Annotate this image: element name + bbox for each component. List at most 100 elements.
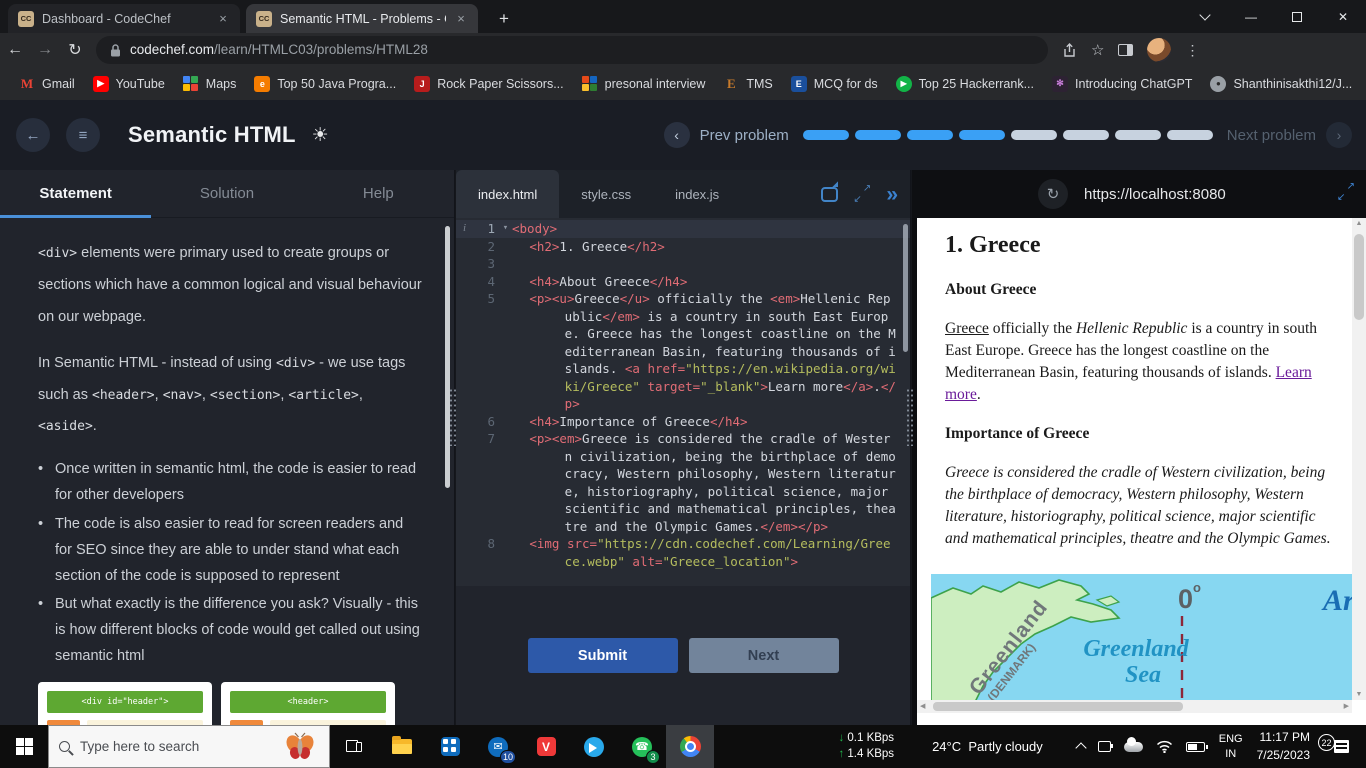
lesson-list-button[interactable]: ≡ — [66, 118, 100, 152]
edureka-icon: e — [254, 76, 270, 92]
code-line[interactable]: 7<p><em>Greece is considered the cradle … — [456, 430, 910, 535]
text-segment: <aside> — [38, 419, 93, 434]
browser-tab-dashboard[interactable]: CC Dashboard - CodeChef × — [8, 4, 240, 33]
tms-icon: E — [723, 76, 739, 92]
address-bar[interactable]: codechef.com/learn/HTMLC03/problems/HTML… — [96, 36, 1048, 64]
code-line[interactable]: 2<h2>1. Greece</h2> — [456, 238, 910, 256]
prev-problem-icon[interactable]: ‹ — [664, 122, 690, 148]
bookmark-item[interactable]: MGmail — [10, 72, 84, 96]
code-line[interactable]: 8<img src="https://cdn.codechef.com/Lear… — [456, 535, 910, 570]
fullscreen-preview-icon[interactable]: ↗↙ — [1338, 184, 1354, 200]
tab-help[interactable]: Help — [303, 170, 454, 217]
bookmark-item[interactable]: presonal interview — [573, 72, 715, 96]
back-circle-button[interactable]: ← — [16, 118, 50, 152]
panel-resizer-left[interactable] — [449, 388, 457, 446]
meet-now-icon[interactable] — [1098, 741, 1111, 752]
notification-center-button[interactable]: 22 — [1324, 740, 1358, 753]
close-tab-icon[interactable]: × — [216, 11, 230, 26]
close-tab-icon[interactable]: × — [454, 11, 468, 26]
close-window-button[interactable]: ✕ — [1320, 0, 1366, 33]
vivaldi-button[interactable]: V — [522, 725, 570, 768]
text-segment: <article> — [288, 388, 358, 403]
submit-button[interactable]: Submit — [528, 638, 678, 673]
browser-tab-current[interactable]: CC Semantic HTML - Problems - Cod × — [246, 4, 478, 33]
windows-taskbar: Type here to search ✉10 V ☎3 ↓ 0.1 KBps … — [0, 725, 1366, 768]
file-tab-index-html[interactable]: index.html — [456, 170, 559, 218]
minimize-button[interactable]: — — [1228, 0, 1274, 33]
bookmark-item[interactable]: EMCQ for ds — [782, 72, 887, 96]
forward-icon[interactable]: → — [30, 41, 60, 59]
next-problem-icon[interactable]: › — [1326, 122, 1352, 148]
telegram-button[interactable] — [570, 725, 618, 768]
browser-menu-icon[interactable]: ⋮ — [1185, 42, 1199, 59]
new-tab-button[interactable]: + — [492, 7, 516, 31]
bookmark-item[interactable]: ▶Top 25 Hackerrank... — [887, 72, 1043, 96]
file-explorer-button[interactable] — [378, 725, 426, 768]
tab-statement[interactable]: Statement — [0, 170, 151, 217]
bookmark-item[interactable]: JRock Paper Scissors... — [405, 72, 572, 96]
share-icon[interactable] — [1062, 43, 1077, 58]
chatgpt-icon: ✻ — [1052, 76, 1068, 92]
reset-code-icon[interactable] — [821, 187, 838, 202]
microsoft-store-button[interactable] — [426, 725, 474, 768]
code-line[interactable]: i1▾<body> — [456, 220, 910, 238]
code-line[interactable]: 3 — [456, 255, 910, 273]
side-panel-icon[interactable] — [1118, 44, 1133, 56]
file-tab-index-js[interactable]: index.js — [653, 170, 741, 218]
preview-document: 1. Greece About Greece Greece officially… — [917, 218, 1352, 700]
fold-caret-icon[interactable]: ▾ — [499, 220, 512, 238]
maximize-button[interactable] — [1274, 0, 1320, 33]
text-segment: <div> — [276, 356, 315, 371]
battery-icon[interactable] — [1186, 742, 1205, 752]
next-problem-label[interactable]: Next problem — [1227, 127, 1316, 144]
bookmark-item[interactable]: eTop 50 Java Progra... — [245, 72, 405, 96]
next-button[interactable]: Next — [689, 638, 839, 673]
whatsapp-button[interactable]: ☎3 — [618, 725, 666, 768]
clock-widget[interactable]: 11:17 PM7/25/2023 — [1257, 729, 1310, 764]
preview-vertical-scrollbar[interactable]: ▲▼ — [1352, 218, 1366, 700]
code-lines: i1▾<body>2<h2>1. Greece</h2>3 4<h4>About… — [456, 220, 910, 570]
code-line[interactable]: 5<p><u>Greece</u> officially the <em>Hel… — [456, 290, 910, 413]
editor-scrollbar[interactable] — [903, 224, 908, 352]
bookmark-item[interactable]: ▶YouTube — [84, 72, 174, 96]
hackerrank-icon: ▶ — [896, 76, 912, 92]
file-tab-style-css[interactable]: style.css — [559, 170, 653, 218]
task-view-button[interactable] — [330, 725, 378, 768]
statement-scrollbar[interactable] — [445, 226, 450, 488]
reload-icon[interactable]: ↻ — [60, 40, 90, 60]
theme-toggle-icon[interactable]: ☀ — [312, 124, 329, 147]
bookmark-item[interactable]: ●Shanthinisakthi12/J... — [1201, 72, 1361, 96]
back-icon[interactable]: ← — [0, 41, 30, 59]
collapse-panel-icon[interactable]: » — [886, 184, 898, 205]
taskbar-search[interactable]: Type here to search — [48, 725, 330, 768]
profile-avatar[interactable] — [1147, 38, 1171, 62]
code-line[interactable]: 4<h4>About Greece</h4> — [456, 273, 910, 291]
bookmark-item[interactable]: ETMS — [714, 72, 781, 96]
fold-caret-icon — [499, 255, 512, 273]
lock-icon — [110, 44, 121, 57]
tray-expand-icon[interactable] — [1075, 742, 1086, 753]
language-indicator[interactable]: ENGIN — [1219, 732, 1243, 761]
statement-paragraph: <div> elements were primary used to crea… — [38, 238, 424, 334]
bookmark-star-icon[interactable]: ☆ — [1091, 41, 1104, 59]
fullscreen-editor-icon[interactable]: ↗↙ — [854, 186, 870, 202]
folder-icon — [392, 739, 412, 754]
text-segment: <header> — [92, 388, 155, 403]
text-segment: In Semantic HTML - instead of using — [38, 355, 276, 371]
bookmark-item[interactable]: ✻Introducing ChatGPT — [1043, 72, 1201, 96]
preview-refresh-icon[interactable]: ↻ — [1038, 179, 1068, 209]
weather-widget[interactable]: 24°C Partly cloudy — [932, 739, 1043, 754]
chrome-button[interactable] — [666, 725, 714, 768]
code-line[interactable]: 6<h4>Importance of Greece</h4> — [456, 413, 910, 431]
tab-solution[interactable]: Solution — [151, 170, 302, 217]
preview-horizontal-scrollbar[interactable]: ◀▶ — [917, 700, 1352, 713]
onedrive-icon[interactable] — [1124, 742, 1143, 752]
prev-problem-label[interactable]: Prev problem — [700, 127, 789, 144]
code-editor[interactable]: i1▾<body>2<h2>1. Greece</h2>3 4<h4>About… — [456, 218, 910, 586]
tab-search-icon[interactable] — [1182, 0, 1228, 33]
mail-button[interactable]: ✉10 — [474, 725, 522, 768]
start-button[interactable] — [0, 725, 48, 768]
bookmark-item[interactable]: Maps — [174, 72, 246, 96]
wifi-icon[interactable] — [1156, 740, 1173, 753]
panel-resizer-right[interactable] — [906, 388, 914, 446]
